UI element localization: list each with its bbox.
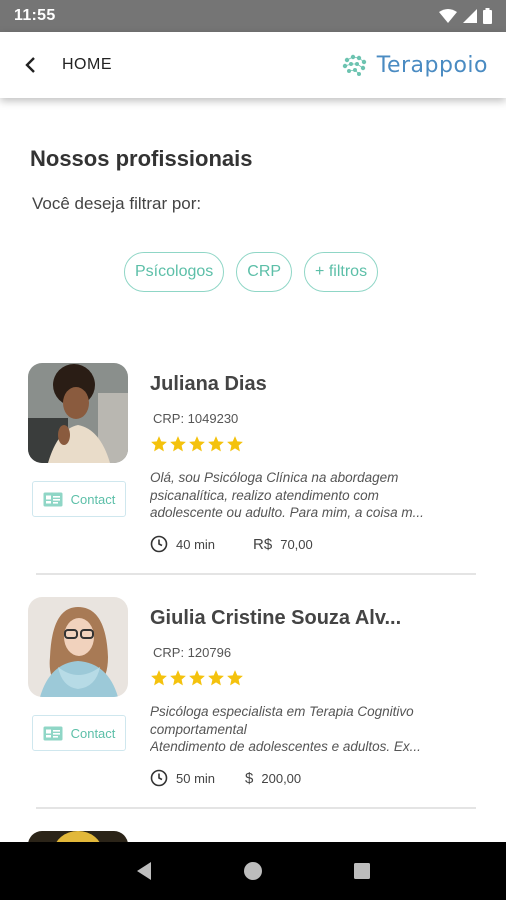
crp-number: CRP: 1049230 (153, 411, 239, 426)
description-line: comportamental (150, 721, 247, 737)
wifi-icon (439, 9, 457, 23)
triangle-back-icon (137, 862, 152, 880)
session-duration: 40 min (150, 535, 215, 553)
avatar[interactable] (28, 831, 128, 842)
back-button[interactable] (18, 53, 42, 77)
main-content[interactable]: Nossos profissionais Você deseja filtrar… (0, 98, 506, 842)
star-icon (189, 436, 205, 452)
divider (36, 807, 476, 809)
star-icon (208, 670, 224, 686)
nav-recents-button[interactable] (350, 859, 374, 883)
contact-button[interactable]: Contact (32, 715, 126, 751)
description-line: Atendimento de adolescentes e adultos. E… (150, 739, 421, 754)
clock-icon (150, 535, 168, 553)
avatar[interactable] (28, 363, 128, 463)
star-icon (151, 670, 167, 686)
star-icon (227, 436, 243, 452)
description-line: Olá, sou Psicóloga Clínica na abordagem (150, 470, 399, 485)
session-price: $ 200,00 (245, 770, 301, 787)
star-icon (189, 670, 205, 686)
session-price: R$ 70,00 (253, 536, 313, 553)
duration-value: 40 min (176, 536, 216, 552)
contact-card-icon (43, 492, 63, 506)
crp-number: CRP: 120796 (153, 645, 232, 660)
description-line: Psicóloga especialista em Terapia Cognit… (150, 704, 414, 719)
filter-chip-psicologos[interactable]: Psícologos (124, 252, 225, 292)
signal-icon (463, 9, 477, 23)
session-duration: 50 min (150, 769, 215, 787)
divider (36, 573, 476, 575)
professional-name[interactable]: Juliana Dias (150, 373, 490, 396)
star-rating (150, 435, 244, 453)
chevron-left-icon (25, 57, 35, 73)
price-value: 200,00 (261, 770, 302, 786)
circle-home-icon (243, 862, 262, 880)
star-icon (208, 436, 224, 452)
filter-label: Você deseja filtrar por: (32, 194, 202, 213)
status-bar: 11:55 (0, 0, 506, 32)
professional-name[interactable]: Giulia Cristine Souza Alv... (150, 607, 490, 630)
battery-icon (483, 8, 492, 24)
contact-button[interactable]: Contact (32, 481, 126, 517)
app-bar: HOME Terappoio (0, 32, 506, 98)
professional-card[interactable]: Contact Giulia Cristine Souza Alv... CRP… (0, 597, 506, 831)
contact-card-icon (43, 726, 63, 740)
star-rating (150, 669, 244, 687)
currency-symbol: R$ (253, 535, 273, 553)
star-icon (170, 670, 186, 686)
contact-label: Contact (70, 491, 116, 507)
brand-name: Terappoio (376, 52, 488, 78)
status-icons (439, 8, 492, 24)
avatar[interactable] (28, 597, 128, 697)
contact-label: Contact (70, 725, 116, 741)
square-recents-icon (353, 863, 370, 879)
currency-symbol: $ (245, 769, 254, 787)
professional-description: Psicóloga especialista em Terapia Cognit… (150, 703, 450, 756)
system-navigation-bar (0, 842, 506, 900)
professional-card[interactable]: Contact Juliana Dias CRP: 1049230 Olá, s… (0, 363, 506, 597)
price-value: 70,00 (280, 536, 313, 552)
star-icon (170, 436, 186, 452)
filter-chip-more[interactable]: + filtros (304, 252, 379, 292)
professional-description: Olá, sou Psicóloga Clínica na abordagem … (150, 469, 450, 522)
duration-value: 50 min (176, 770, 216, 786)
session-info: 50 min $ 200,00 (150, 769, 301, 787)
description-line: adolescente ou adulto. Para mim, a coisa… (150, 505, 424, 520)
filter-chip-crp[interactable]: CRP (236, 252, 293, 292)
section-title: Nossos profissionais (30, 146, 253, 171)
nav-home-button[interactable] (241, 859, 265, 883)
filter-chips: Psícologos CRP + filtros (124, 252, 379, 292)
star-icon (227, 670, 243, 686)
brain-dots-logo-icon (342, 54, 366, 76)
status-time: 11:55 (14, 7, 56, 24)
star-icon (151, 436, 167, 452)
page-title: HOME (62, 56, 112, 73)
nav-back-button[interactable] (132, 859, 156, 883)
description-line: psicanalítica, realizo atendimento com (150, 487, 379, 503)
session-info: 40 min R$ 70,00 (150, 535, 313, 553)
clock-icon (150, 769, 168, 787)
brand-logo: Terappoio (341, 52, 488, 78)
